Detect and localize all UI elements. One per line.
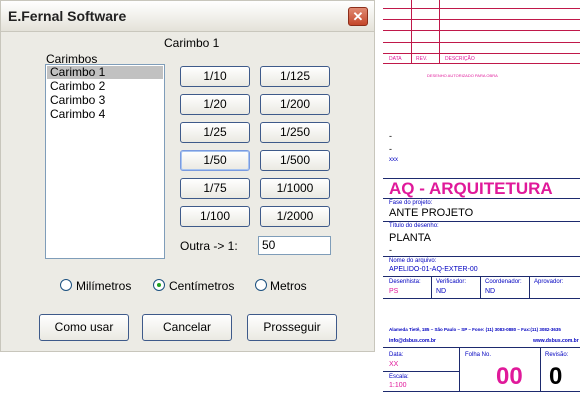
desenhista-value: PS (389, 288, 399, 295)
scale-button-1-75[interactable]: 1/75 (180, 178, 250, 199)
list-item[interactable]: Carimbo 2 (47, 80, 163, 93)
rev-line (383, 42, 580, 43)
list-item[interactable]: Carimbo 4 (47, 108, 163, 121)
fase-label: Fase do projeto: (389, 200, 433, 206)
list-item[interactable]: Carimbo 3 (47, 94, 163, 107)
email-text: info@dsbus.com.br (389, 338, 436, 344)
stamp-note: DESENHO AUTORIZADO PARA OBRA (427, 73, 498, 78)
radio-centimetros-label[interactable]: Centímetros (169, 279, 234, 293)
scale-button-1-200[interactable]: 1/200 (260, 94, 330, 115)
radio-metros[interactable] (255, 279, 267, 291)
scale-button-1-25[interactable]: 1/25 (180, 122, 250, 143)
block-col-line (540, 347, 541, 391)
arquivo-label: Nome do arquivo: (389, 258, 437, 264)
scale-button-1-1000[interactable]: 1/1000 (260, 178, 330, 199)
folha-value: 00 (496, 363, 523, 390)
fase-value: ANTE PROJETO (389, 207, 474, 219)
rev-header-rev: REV. (416, 56, 428, 62)
scale-button-1-125[interactable]: 1/125 (260, 66, 330, 87)
block-line (383, 371, 459, 372)
block-col-line (431, 276, 432, 298)
rev-col-line (411, 0, 412, 63)
discipline-title: AQ - ARQUITETURA (389, 179, 553, 198)
dialog-window: E.Fernal Software ✕ Carimbo 1 Carimbos C… (0, 0, 375, 352)
cancelar-button[interactable]: Cancelar (142, 314, 232, 341)
block-col-line (459, 347, 460, 391)
radio-milimetros[interactable] (60, 279, 72, 291)
block-col-line (529, 276, 530, 298)
block-line (383, 276, 580, 277)
block-line (383, 298, 580, 299)
scale-button-1-2000[interactable]: 1/2000 (260, 206, 330, 227)
titulo-value: PLANTA (389, 232, 431, 244)
scale-button-1-50[interactable]: 1/50 (180, 150, 250, 171)
scale-button-1-500[interactable]: 1/500 (260, 150, 330, 171)
folha-label: Folha No. (465, 352, 492, 358)
window-title: E.Fernal Software (8, 8, 127, 24)
rev-line (383, 53, 580, 54)
rev-header-data: DATA (389, 56, 402, 62)
rev-col-line (439, 0, 440, 63)
dash-line-2: - (389, 144, 392, 154)
list-item[interactable]: Carimbo 1 (47, 66, 163, 79)
rev-line (383, 30, 580, 31)
block-line (383, 347, 580, 348)
close-button[interactable]: ✕ (348, 7, 368, 26)
verificador-value: ND (436, 288, 447, 295)
block-line (383, 256, 580, 257)
dialog-caption: Carimbo 1 (164, 36, 220, 50)
carimbos-listbox[interactable]: Carimbo 1 Carimbo 2 Carimbo 3 Carimbo 4 (45, 64, 165, 259)
xxx-text: xxx (389, 157, 398, 163)
aprovador-label: Aprovador: (534, 279, 564, 285)
outra-scale-input[interactable]: 50 (258, 236, 331, 255)
escala-value: 1:100 (389, 382, 407, 389)
rev-line (383, 8, 580, 9)
block-line (383, 221, 580, 222)
como-usar-button[interactable]: Como usar (39, 314, 129, 341)
address-text: Alameda Tietê, 185 – São Paulo – SP – Fo… (389, 327, 561, 332)
arquivo-value: APELIDO-01-AQ-EXTER-00 (389, 266, 478, 273)
rev-line (383, 19, 580, 20)
titulo-label: Título do desenho: (389, 223, 439, 229)
scale-button-1-20[interactable]: 1/20 (180, 94, 250, 115)
data-label: Data: (389, 352, 404, 358)
drawing-title-block: DATA REV. DESCRIÇÃO DESENHO AUTORIZADO P… (383, 0, 580, 403)
block-line (383, 198, 580, 199)
desenhista-label: Desenhista: (389, 279, 421, 285)
coordenador-label: Coordenador: (485, 279, 522, 285)
scale-button-1-100[interactable]: 1/100 (180, 206, 250, 227)
outra-label: Outra -> 1: (180, 239, 238, 253)
title-bar[interactable]: E.Fernal Software ✕ (1, 1, 374, 32)
dash-line-1: - (389, 131, 392, 141)
block-line (383, 391, 580, 392)
website-text: www.dsbus.com.br (533, 338, 579, 344)
radio-selected-dot (157, 283, 161, 287)
escala-label: Escala: (389, 374, 409, 380)
scale-button-1-10[interactable]: 1/10 (180, 66, 250, 87)
data-value: XX (389, 361, 399, 368)
radio-milimetros-label[interactable]: Milímetros (76, 279, 131, 293)
radio-metros-label[interactable]: Metros (270, 279, 307, 293)
rev-header-descricao: DESCRIÇÃO (445, 56, 475, 62)
revisao-value: 0 (549, 363, 563, 390)
titulo-dash: - (389, 245, 392, 255)
coordenador-value: ND (485, 288, 496, 295)
scale-button-1-250[interactable]: 1/250 (260, 122, 330, 143)
block-col-line (480, 276, 481, 298)
prosseguir-button[interactable]: Prosseguir (247, 314, 337, 341)
verificador-label: Verificador: (436, 279, 467, 285)
rev-line (383, 63, 580, 64)
radio-centimetros[interactable] (153, 279, 165, 291)
revisao-label: Revisão: (545, 352, 569, 358)
